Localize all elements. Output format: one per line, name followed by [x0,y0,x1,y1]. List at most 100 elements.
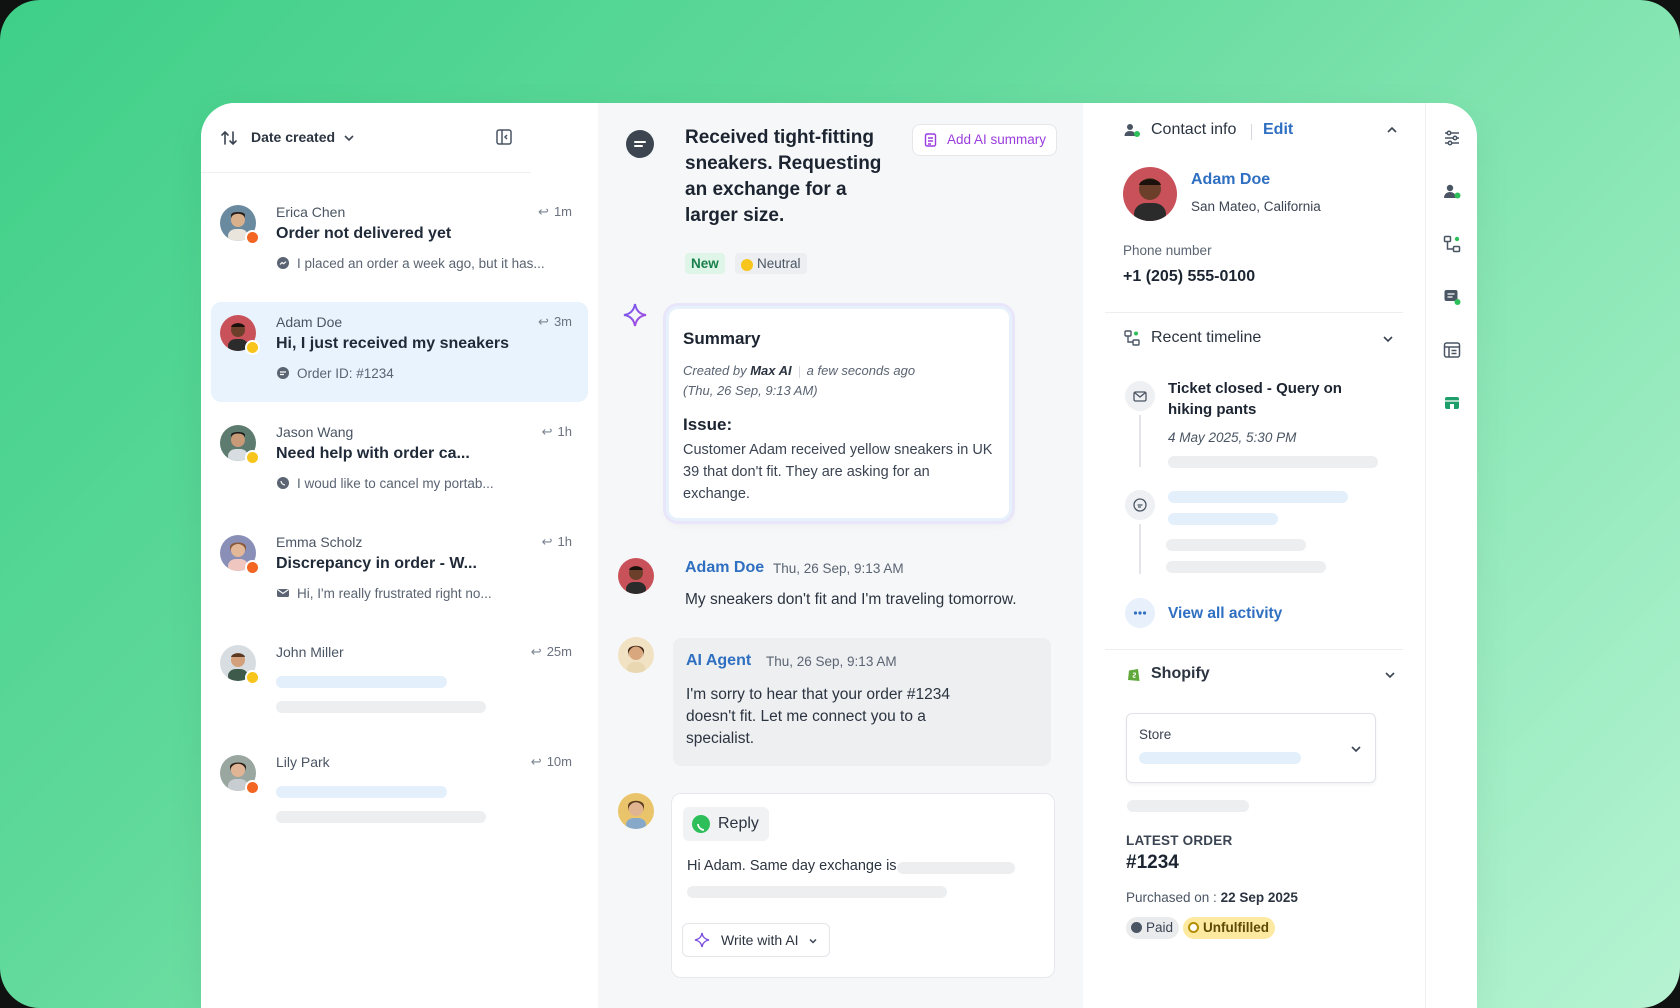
reply-icon: ↩ [538,314,549,329]
whatsapp-icon [277,477,289,489]
loading-placeholder [1168,491,1348,503]
conversation-item[interactable]: Lily Park ↩ 10m [211,742,588,842]
loading-placeholder [1127,800,1249,812]
time-label: ↩ 1h [541,534,572,549]
shopify-title: Shopify [1151,665,1210,682]
purchased-date: Purchased on : 22 Sep 2025 [1126,890,1298,905]
recent-timeline-title: Recent timeline [1151,329,1262,346]
status-tag: New [685,253,725,274]
chevron-down-icon[interactable] [1383,668,1397,682]
time-label: ↩ 10m [530,754,572,769]
sparkle-icon [623,303,647,327]
ticket-icon[interactable] [1442,287,1462,307]
avatar [220,425,260,465]
list-header: Date created [201,103,531,173]
write-with-ai-button[interactable]: Write with AI [682,923,830,957]
loading-placeholder [276,786,447,798]
conversation-item-active[interactable]: Adam Doe ↩ 3m Hi, I just received my snea… [211,302,588,402]
sparkle-icon [694,932,710,948]
contact-name: Lily Park [276,754,330,770]
message-preview: Hi, I'm really frustrated right no... [297,586,492,601]
reply-icon: ↩ [541,534,553,549]
table-icon[interactable] [1442,340,1462,360]
reply-icon: ↩ [530,754,542,769]
conversation-item[interactable]: John Miller ↩ 25m [211,632,588,732]
messenger-icon [277,257,289,269]
contact-info-title: Contact info [1151,121,1237,138]
phone-label: Phone number [1123,243,1212,258]
ticket-icon [626,130,654,158]
reply-tab[interactable]: Reply [683,807,769,841]
more-icon[interactable] [1125,598,1155,628]
loading-placeholder [1139,752,1301,764]
timeline-item-title[interactable]: Ticket closed - Query on hiking pants [1168,378,1348,420]
timeline-item-date: 4 May 2025, 5:30 PM [1168,430,1297,445]
store-icon[interactable] [1442,393,1462,413]
chevron-down-icon[interactable] [342,131,356,145]
chevron-up-icon[interactable] [1385,123,1399,137]
summary-title: Summary [683,329,761,348]
reply-icon: ↩ [530,644,542,659]
time-label: ↩ 3m [538,314,572,329]
store-select[interactable]: Store [1126,713,1376,783]
contact-name: John Miller [276,644,344,660]
reply-icon: ↩ [538,204,549,219]
conversation-item[interactable]: Erica Chen ↩ 1m Order not delivered yet I… [211,192,588,292]
sentiment-icon [245,670,260,685]
chevron-down-icon[interactable] [1381,332,1395,346]
background: Date created Erica Chen ↩ 1m Order not de… [0,0,1680,1008]
conversation-subject: Discrepancy in order - W... [276,555,477,572]
add-ai-summary-button[interactable]: Add AI summary [912,124,1058,156]
time-label: ↩ 25m [530,644,572,659]
order-number[interactable]: #1234 [1126,853,1186,872]
time-label: ↩ 1h [541,424,572,439]
ticket-title: Received tight-fitting sneakers. Request… [685,127,882,226]
sliders-icon[interactable] [1442,128,1462,148]
conversation-subject: Hi, I just received my sneakers [276,335,510,352]
divider [1251,124,1252,140]
contact-icon[interactable] [1442,181,1462,201]
reply-composer[interactable]: Reply Hi Adam. Same day exchange is Writ… [671,793,1055,978]
reply-draft[interactable]: Hi Adam. Same day exchange is [687,858,897,874]
customer-avatar [618,558,654,594]
reply-icon: ↩ [541,424,553,439]
icon-rail [1425,103,1477,1008]
sentiment-icon [245,780,260,795]
agent-avatar [618,793,654,829]
ai-agent-message: AI Agent Thu, 26 Sep, 9:13 AM I'm sorry … [673,638,1051,766]
whatsapp-icon [692,815,710,833]
chevron-down-icon [809,938,817,944]
conversation-pane: Received tight-fitting sneakers. Request… [598,103,1083,1008]
avatar [220,645,260,685]
loading-placeholder [276,676,447,688]
chat-icon [277,367,289,379]
contact-name: Emma Scholz [276,534,363,550]
timeline-connector [1139,524,1141,574]
edit-contact-link[interactable]: Edit [1263,121,1293,139]
sort-icon[interactable] [219,128,239,148]
conversation-item[interactable]: Jason Wang ↩ 1h Need help with order ca..… [211,412,588,512]
loading-placeholder [687,886,947,898]
message-time: Thu, 26 Sep, 9:13 AM [766,654,897,669]
sentiment-tag: Neutral [735,253,807,274]
contact-avatar [1123,167,1177,221]
view-all-activity-link[interactable]: View all activity [1168,605,1282,623]
message-sender[interactable]: Adam Doe [685,559,764,577]
sort-dropdown[interactable]: Date created [251,129,335,145]
neutral-face-icon [741,259,753,271]
contact-name: Jason Wang [276,424,354,440]
phone-number[interactable]: +1 (205) 555-0100 [1123,268,1255,286]
message-sender: AI Agent [686,652,752,669]
contact-name[interactable]: Adam Doe [1191,171,1270,189]
conversation-item[interactable]: Emma Scholz ↩ 1h Discrepancy in order - W… [211,522,588,622]
store-label: Store [1139,727,1172,742]
contact-location: San Mateo, California [1191,199,1321,214]
divider [1105,312,1403,313]
message-text: My sneakers don't fit and I'm traveling … [685,591,1017,608]
workflow-icon[interactable] [1442,234,1462,254]
collapse-panel-icon[interactable] [494,127,514,147]
loading-placeholder [1166,561,1326,573]
avatar [220,755,260,795]
issue-heading: Issue: [683,415,733,434]
sentiment-icon [245,560,260,575]
